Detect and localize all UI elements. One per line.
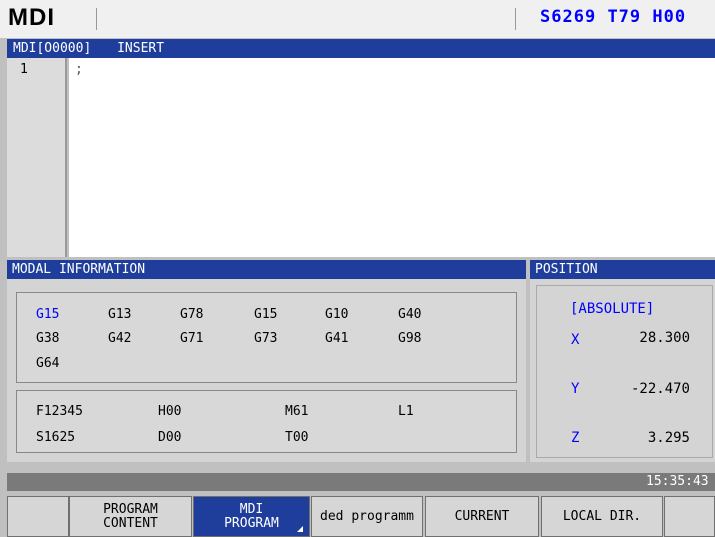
softkey-current[interactable]: CURRENT [425, 496, 539, 537]
header-divider-right [515, 8, 516, 30]
gcode-item: G15 [254, 307, 278, 322]
l-value: L1 [398, 404, 414, 419]
program-line[interactable]: ; [75, 62, 83, 77]
axis-value-y: -22.470 [630, 381, 690, 397]
submenu-indicator-icon [297, 526, 303, 532]
axis-value-x: 28.300 [639, 330, 690, 346]
axis-label-z: Z [571, 430, 580, 446]
line-number-gutter [7, 58, 67, 257]
gcode-item: G38 [36, 331, 60, 346]
t-value: T00 [285, 430, 309, 445]
gcode-item: G64 [36, 356, 60, 371]
spindle-status: S6269 T79 H00 [540, 7, 686, 27]
softkey-mdi-program[interactable]: MDI PROGRAM [193, 496, 310, 537]
d-value: D00 [158, 430, 182, 445]
gcode-item: G73 [254, 331, 278, 346]
program-editor[interactable] [69, 58, 715, 257]
h-value: H00 [158, 404, 182, 419]
position-header: POSITION [530, 260, 715, 279]
tool-number: T79 [607, 7, 642, 27]
spindle-speed: S6269 [540, 7, 597, 27]
feed-spindle-group [16, 390, 517, 453]
softkey-program-content[interactable]: PROGRAM CONTENT [69, 496, 192, 537]
softkey-blank-left[interactable] [7, 496, 69, 537]
axis-value-z: 3.295 [647, 430, 690, 446]
feed-value: F12345 [36, 404, 83, 419]
axis-label-x: X [571, 332, 580, 348]
gcode-item: G15 [36, 307, 60, 322]
spindle-value: S1625 [36, 430, 76, 445]
modal-info-header: MODAL INFORMATION [7, 260, 526, 279]
edit-mode: INSERT [117, 41, 165, 56]
softkey-mdi-program-label: MDI PROGRAM [224, 501, 279, 531]
clock: 15:35:43 [646, 474, 709, 489]
program-edit-bar: MDI[O0000] INSERT [7, 39, 715, 58]
axis-label-y: Y [571, 381, 580, 397]
gcode-item: G78 [180, 307, 204, 322]
softkey-local-dir[interactable]: LOCAL DIR. [541, 496, 663, 537]
coordinate-mode: [ABSOLUTE] [570, 301, 655, 317]
m-value: M61 [285, 404, 309, 419]
gcode-item: G71 [180, 331, 204, 346]
gcode-item: G10 [325, 307, 349, 322]
line-number: 1 [20, 62, 28, 77]
program-name: MDI[O0000] [13, 41, 92, 56]
header-divider [96, 8, 97, 30]
gcode-item: G41 [325, 331, 349, 346]
gcode-item: G42 [108, 331, 132, 346]
softkey-loaded-program[interactable]: ded programm [311, 496, 423, 537]
softkey-blank-right[interactable] [664, 496, 715, 537]
mode-title: MDI [8, 4, 55, 31]
gcode-item: G40 [398, 307, 422, 322]
status-bar [7, 473, 715, 491]
gcode-item: G13 [108, 307, 132, 322]
tool-offset: H00 [652, 7, 687, 27]
gcode-item: G98 [398, 331, 422, 346]
